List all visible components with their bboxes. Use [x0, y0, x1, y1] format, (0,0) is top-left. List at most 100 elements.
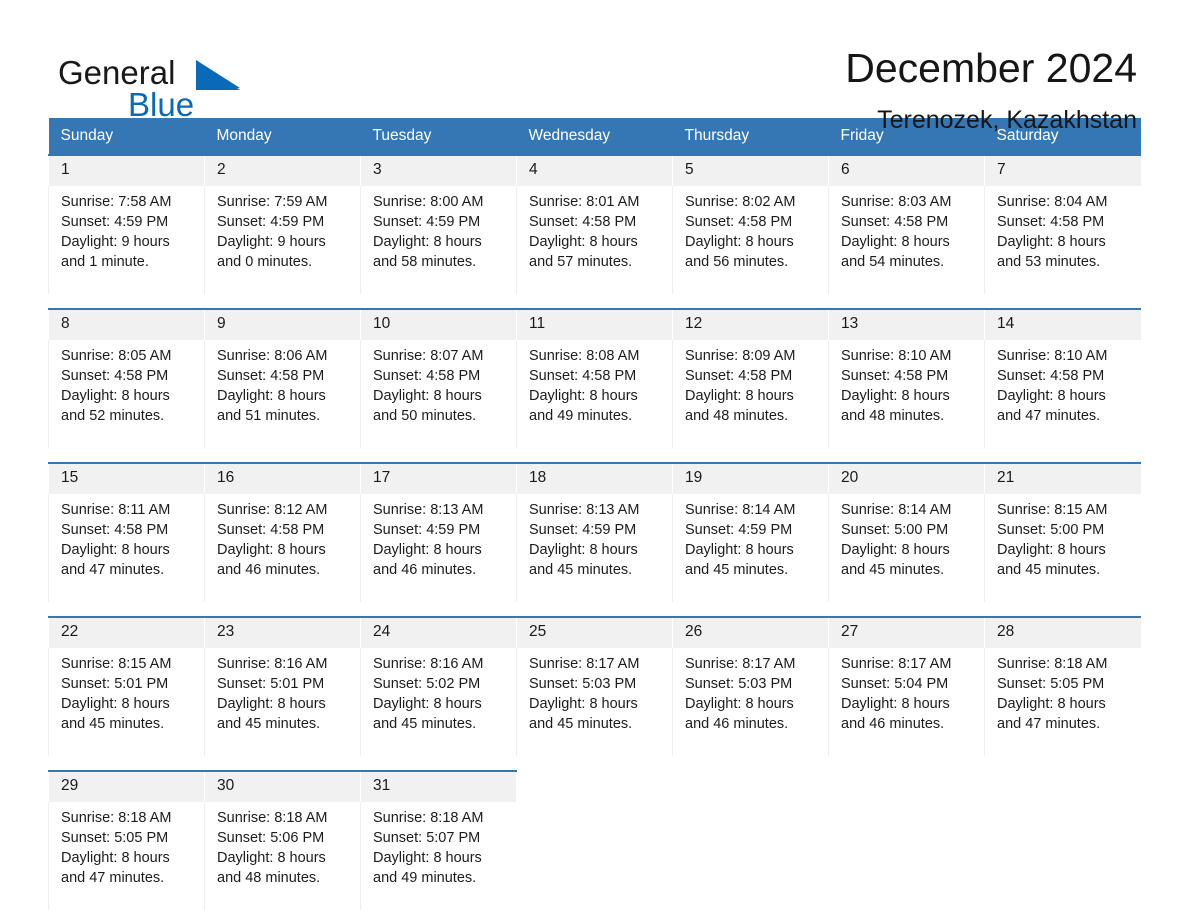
- day-detail-cell[interactable]: Sunrise: 8:18 AM Sunset: 5:07 PM Dayligh…: [360, 802, 517, 910]
- day-detail-cell[interactable]: Sunrise: 8:15 AM Sunset: 5:01 PM Dayligh…: [48, 648, 205, 756]
- daylight-text-line1: Daylight: 8 hours: [529, 234, 638, 250]
- day-detail-cell[interactable]: Sunrise: 8:01 AM Sunset: 4:58 PM Dayligh…: [516, 186, 673, 294]
- day-detail-cell[interactable]: Sunrise: 8:00 AM Sunset: 4:59 PM Dayligh…: [360, 186, 517, 294]
- day-number-cell[interactable]: 12: [672, 308, 829, 340]
- triangle-flag-icon: [196, 60, 240, 90]
- day-detail-cell[interactable]: Sunrise: 8:02 AM Sunset: 4:58 PM Dayligh…: [672, 186, 829, 294]
- sunrise-text: Sunrise: 8:18 AM: [61, 810, 172, 826]
- header-titles: December 2024 Terenozek, Kazakhstan: [845, 44, 1140, 136]
- day-number-cell[interactable]: 27: [828, 616, 985, 648]
- sunrise-text: Sunrise: 7:59 AM: [217, 194, 328, 210]
- sunset-text: Sunset: 5:00 PM: [841, 522, 949, 538]
- daylight-text-line1: Daylight: 8 hours: [841, 542, 950, 558]
- sunset-text: Sunset: 4:58 PM: [373, 368, 481, 384]
- day-detail-cell[interactable]: Sunrise: 8:14 AM Sunset: 5:00 PM Dayligh…: [828, 494, 985, 602]
- calendar-page: General Blue December 2024 Terenozek, Ka…: [0, 0, 1188, 918]
- daylight-text-line1: Daylight: 8 hours: [373, 696, 482, 712]
- day-number-cell[interactable]: 10: [360, 308, 517, 340]
- day-detail-cell[interactable]: Sunrise: 7:58 AM Sunset: 4:59 PM Dayligh…: [48, 186, 205, 294]
- day-detail-cell[interactable]: Sunrise: 7:59 AM Sunset: 4:59 PM Dayligh…: [204, 186, 361, 294]
- day-detail-cell[interactable]: Sunrise: 8:18 AM Sunset: 5:05 PM Dayligh…: [48, 802, 205, 910]
- day-number-cell[interactable]: 19: [672, 462, 829, 494]
- day-detail-cell[interactable]: Sunrise: 8:03 AM Sunset: 4:58 PM Dayligh…: [828, 186, 985, 294]
- day-detail-cell[interactable]: Sunrise: 8:14 AM Sunset: 4:59 PM Dayligh…: [672, 494, 829, 602]
- day-number-cell[interactable]: 15: [48, 462, 205, 494]
- day-detail-cell[interactable]: Sunrise: 8:12 AM Sunset: 4:58 PM Dayligh…: [204, 494, 361, 602]
- day-number-cell[interactable]: 4: [516, 154, 673, 186]
- day-number-cell[interactable]: 29: [48, 770, 205, 802]
- day-detail-cell[interactable]: Sunrise: 8:07 AM Sunset: 4:58 PM Dayligh…: [360, 340, 517, 448]
- day-number-cell[interactable]: 22: [48, 616, 205, 648]
- daylight-text-line2: and 50 minutes.: [373, 408, 477, 424]
- daylight-text-line2: and 46 minutes.: [217, 562, 321, 578]
- day-number-cell[interactable]: 1: [48, 154, 205, 186]
- sunrise-text: Sunrise: 8:04 AM: [997, 194, 1108, 210]
- day-number-cell[interactable]: 3: [360, 154, 517, 186]
- day-number-cell[interactable]: 14: [984, 308, 1141, 340]
- day-number-cell[interactable]: 21: [984, 462, 1141, 494]
- sunrise-text: Sunrise: 8:08 AM: [529, 348, 640, 364]
- daylight-text-line1: Daylight: 8 hours: [529, 696, 638, 712]
- sunset-text: Sunset: 5:01 PM: [61, 676, 169, 692]
- day-detail-cell[interactable]: Sunrise: 8:15 AM Sunset: 5:00 PM Dayligh…: [984, 494, 1141, 602]
- brand-logo[interactable]: General Blue: [48, 44, 298, 124]
- daylight-text-line1: Daylight: 8 hours: [997, 542, 1106, 558]
- day-number-cell[interactable]: 13: [828, 308, 985, 340]
- day-number-cell[interactable]: 5: [672, 154, 829, 186]
- day-detail-cell[interactable]: Sunrise: 8:05 AM Sunset: 4:58 PM Dayligh…: [48, 340, 205, 448]
- day-detail-cell[interactable]: Sunrise: 8:17 AM Sunset: 5:03 PM Dayligh…: [672, 648, 829, 756]
- day-number-cell[interactable]: 20: [828, 462, 985, 494]
- day-number-cell[interactable]: 28: [984, 616, 1141, 648]
- daylight-text-line2: and 46 minutes.: [685, 716, 789, 732]
- day-detail-cell[interactable]: Sunrise: 8:13 AM Sunset: 4:59 PM Dayligh…: [516, 494, 673, 602]
- day-number-cell[interactable]: 24: [360, 616, 517, 648]
- day-number-cell[interactable]: 30: [204, 770, 361, 802]
- day-detail-cell-empty: [672, 802, 829, 910]
- week-1-daynumber-row: 1 2 3 4 5 6 7: [48, 154, 1141, 186]
- day-number-cell[interactable]: 18: [516, 462, 673, 494]
- day-detail-cell[interactable]: Sunrise: 8:17 AM Sunset: 5:04 PM Dayligh…: [828, 648, 985, 756]
- day-number-cell[interactable]: 26: [672, 616, 829, 648]
- week-4-daynumber-row: 22 23 24 25 26 27 28: [48, 616, 1141, 648]
- sunset-text: Sunset: 5:05 PM: [61, 830, 169, 846]
- day-detail-cell[interactable]: Sunrise: 8:06 AM Sunset: 4:58 PM Dayligh…: [204, 340, 361, 448]
- sunset-text: Sunset: 4:58 PM: [61, 522, 169, 538]
- day-detail-cell[interactable]: Sunrise: 8:08 AM Sunset: 4:58 PM Dayligh…: [516, 340, 673, 448]
- day-detail-cell[interactable]: Sunrise: 8:18 AM Sunset: 5:05 PM Dayligh…: [984, 648, 1141, 756]
- daylight-text-line2: and 47 minutes.: [997, 716, 1101, 732]
- day-number-cell[interactable]: 2: [204, 154, 361, 186]
- daylight-text-line2: and 45 minutes.: [997, 562, 1101, 578]
- sunset-text: Sunset: 4:58 PM: [217, 522, 325, 538]
- brand-name-general: General: [58, 54, 176, 91]
- day-detail-cell[interactable]: Sunrise: 8:16 AM Sunset: 5:01 PM Dayligh…: [204, 648, 361, 756]
- day-detail-cell[interactable]: Sunrise: 8:10 AM Sunset: 4:58 PM Dayligh…: [984, 340, 1141, 448]
- sunrise-text: Sunrise: 8:12 AM: [217, 502, 328, 518]
- day-detail-cell[interactable]: Sunrise: 8:04 AM Sunset: 4:58 PM Dayligh…: [984, 186, 1141, 294]
- day-number-cell[interactable]: 17: [360, 462, 517, 494]
- day-number-cell[interactable]: 6: [828, 154, 985, 186]
- day-detail-cell[interactable]: Sunrise: 8:18 AM Sunset: 5:06 PM Dayligh…: [204, 802, 361, 910]
- day-detail-cell[interactable]: Sunrise: 8:13 AM Sunset: 4:59 PM Dayligh…: [360, 494, 517, 602]
- day-number-cell[interactable]: 16: [204, 462, 361, 494]
- day-number-cell[interactable]: 31: [360, 770, 517, 802]
- sunset-text: Sunset: 5:06 PM: [217, 830, 325, 846]
- daylight-text-line2: and 57 minutes.: [529, 254, 633, 270]
- day-number-cell-empty: [672, 770, 829, 802]
- day-number-cell[interactable]: 7: [984, 154, 1141, 186]
- sunrise-text: Sunrise: 8:16 AM: [373, 656, 484, 672]
- day-detail-cell[interactable]: Sunrise: 8:16 AM Sunset: 5:02 PM Dayligh…: [360, 648, 517, 756]
- day-detail-cell[interactable]: Sunrise: 8:10 AM Sunset: 4:58 PM Dayligh…: [828, 340, 985, 448]
- day-number-cell[interactable]: 9: [204, 308, 361, 340]
- daylight-text-line2: and 45 minutes.: [841, 562, 945, 578]
- day-detail-cell[interactable]: Sunrise: 8:09 AM Sunset: 4:58 PM Dayligh…: [672, 340, 829, 448]
- day-detail-cell[interactable]: Sunrise: 8:11 AM Sunset: 4:58 PM Dayligh…: [48, 494, 205, 602]
- day-number-cell[interactable]: 25: [516, 616, 673, 648]
- day-number-cell[interactable]: 8: [48, 308, 205, 340]
- day-number-cell[interactable]: 11: [516, 308, 673, 340]
- weekday-header-wednesday: Wednesday: [516, 118, 673, 155]
- day-number-cell-empty: [984, 770, 1141, 802]
- daylight-text-line2: and 45 minutes.: [373, 716, 477, 732]
- day-detail-cell[interactable]: Sunrise: 8:17 AM Sunset: 5:03 PM Dayligh…: [516, 648, 673, 756]
- sunrise-text: Sunrise: 8:13 AM: [529, 502, 640, 518]
- day-number-cell[interactable]: 23: [204, 616, 361, 648]
